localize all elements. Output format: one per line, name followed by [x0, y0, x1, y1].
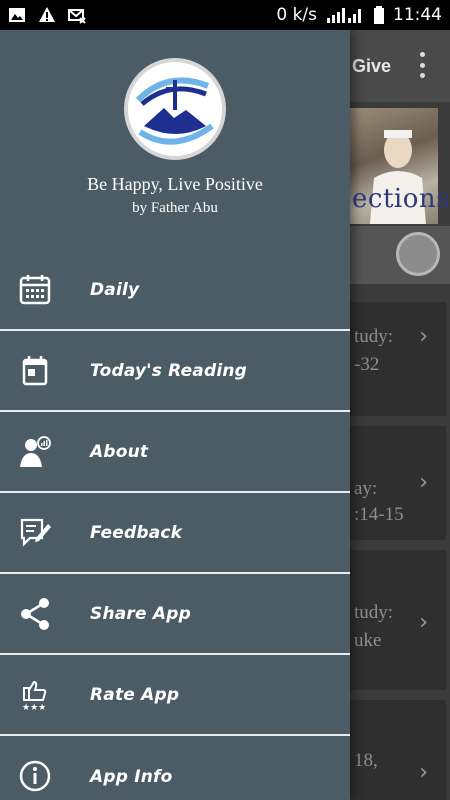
background-card[interactable]: ay: :14-15 ›: [350, 426, 446, 540]
about-person-icon: [20, 436, 51, 467]
share-icon: [21, 598, 49, 630]
network-speed: 0 k/s: [276, 5, 317, 25]
menu-item-label: App Info: [90, 766, 173, 787]
background-fab-button[interactable]: [396, 232, 440, 276]
drawer-menu: Daily Today's Reading About Feedback Sha…: [0, 250, 350, 800]
menu-item-feedback[interactable]: Feedback: [0, 493, 350, 574]
card-text-line: 18,: [354, 750, 378, 771]
card-text-line: ay:: [354, 478, 378, 499]
warning-icon: [39, 7, 55, 22]
menu-item-label: About: [90, 441, 149, 462]
menu-item-label: Rate App: [90, 684, 180, 705]
card-text-line: tudy:: [354, 602, 394, 623]
signal-icon: [327, 8, 361, 23]
battery-icon: [374, 6, 384, 24]
card-text-line: tudy:: [354, 326, 394, 347]
chevron-right-icon: ›: [419, 610, 428, 635]
app-author: by Father Abu: [132, 200, 218, 216]
card-text-line: -32: [354, 354, 380, 375]
app-name: Be Happy, Live Positive: [87, 174, 263, 194]
background-card[interactable]: tudy: uke ›: [350, 550, 446, 690]
menu-item-share-app[interactable]: Share App: [0, 574, 350, 655]
overflow-menu-icon[interactable]: [418, 52, 426, 78]
chevron-right-icon: ›: [419, 760, 428, 785]
image-icon: [9, 8, 25, 22]
menu-item-daily[interactable]: Daily: [0, 250, 350, 331]
card-text-line: :14-15: [354, 504, 404, 525]
chevron-right-icon: ›: [419, 470, 428, 495]
calendar-icon: [19, 275, 51, 305]
background-banner-text: ections: [352, 184, 450, 214]
menu-item-about[interactable]: About: [0, 412, 350, 493]
background-card[interactable]: 18, ›: [350, 700, 446, 800]
menu-item-app-info[interactable]: App Info: [0, 736, 350, 800]
feedback-icon: [20, 518, 51, 547]
menu-item-label: Today's Reading: [90, 360, 248, 381]
card-text-line: uke: [354, 630, 382, 651]
menu-item-label: Feedback: [90, 522, 183, 543]
chevron-right-icon: ›: [419, 324, 428, 349]
background-card[interactable]: tudy: -32 ›: [350, 302, 446, 416]
app-logo: [124, 58, 226, 160]
clock: 11:44: [393, 5, 442, 25]
menu-item-label: Share App: [90, 603, 191, 624]
mail-off-icon: [68, 9, 86, 24]
calendar-today-icon: [22, 356, 48, 386]
menu-item-todays-reading[interactable]: Today's Reading: [0, 331, 350, 412]
info-icon: [19, 760, 51, 792]
background-toolbar-title: Give: [352, 56, 392, 76]
status-bar: 0 k/s 11:44: [0, 0, 450, 30]
menu-item-label: Daily: [90, 279, 140, 300]
menu-item-rate-app[interactable]: ★★★ Rate App: [0, 655, 350, 736]
rate-thumbs-up-icon: ★★★: [22, 680, 47, 712]
navigation-drawer: Be Happy, Live Positive by Father Abu Da…: [0, 30, 350, 800]
svg-text:★★★: ★★★: [22, 703, 46, 712]
